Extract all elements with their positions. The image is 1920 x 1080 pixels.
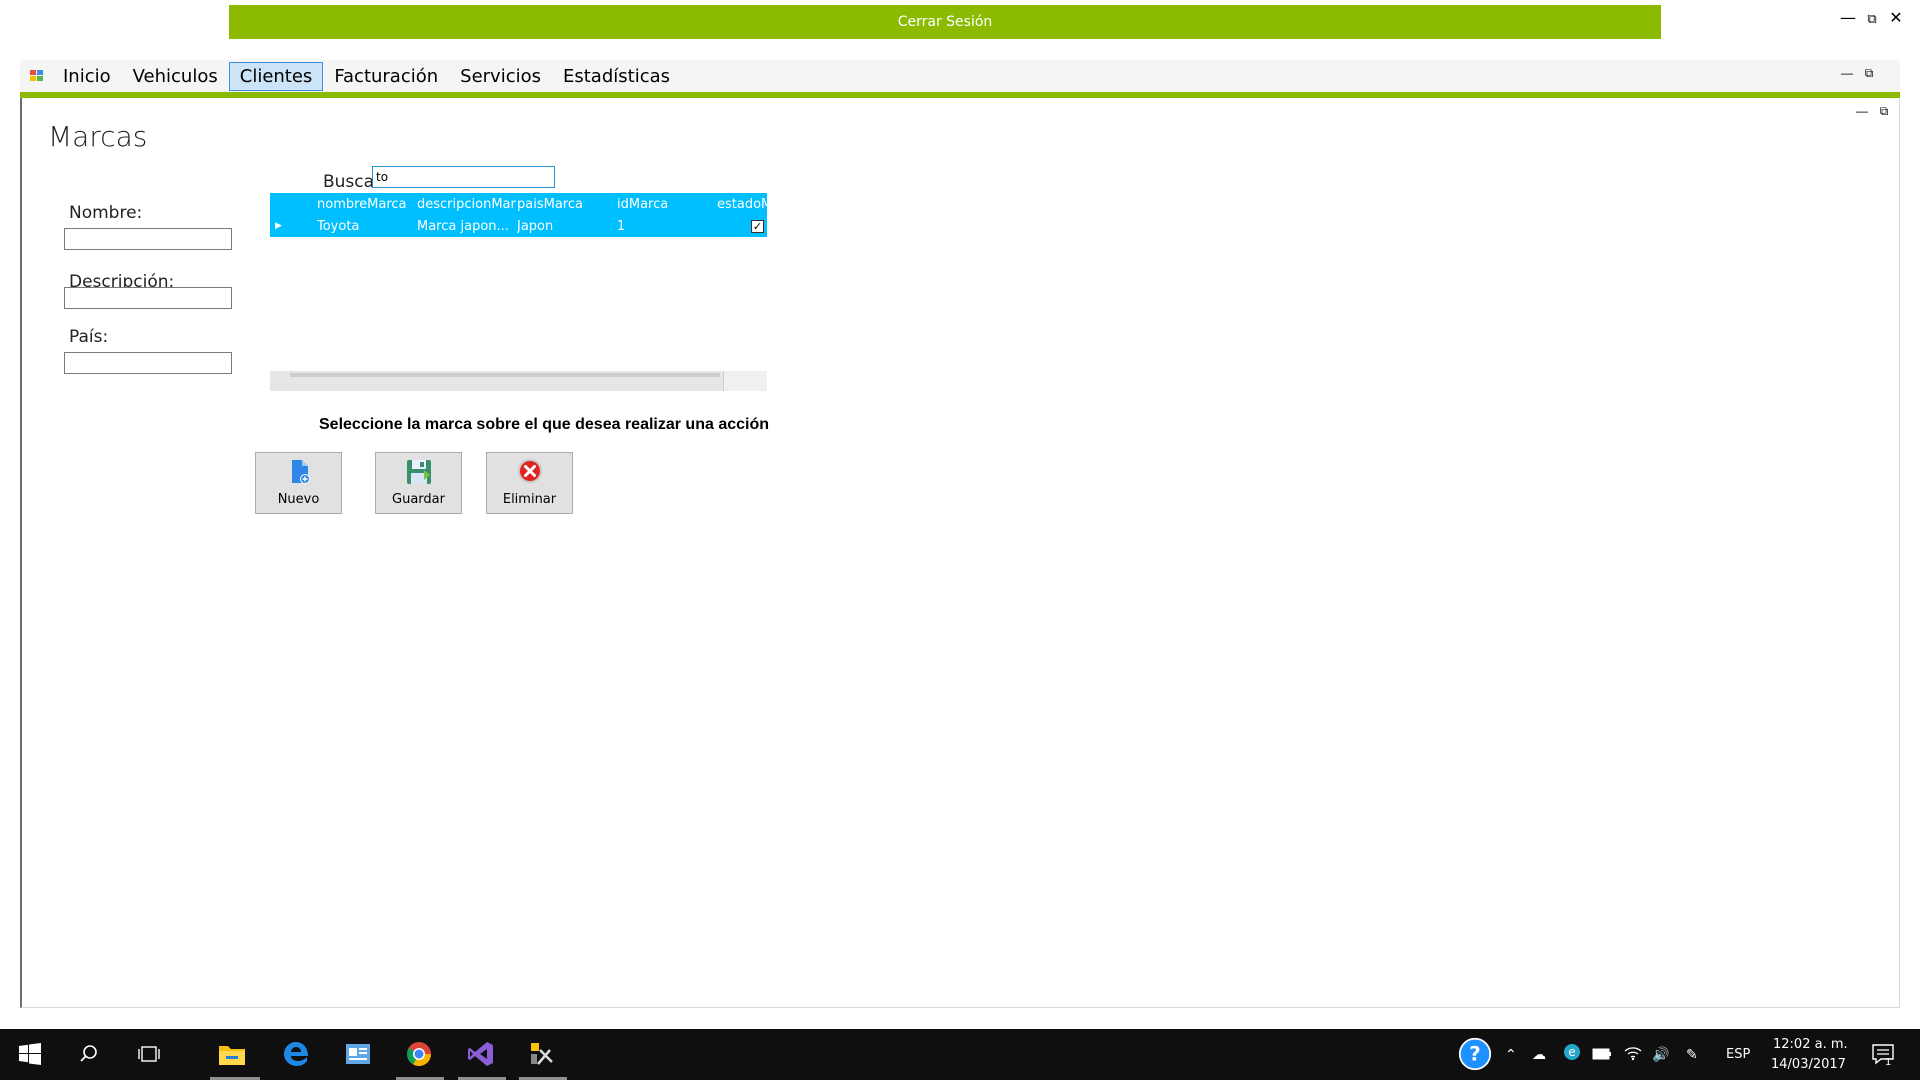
scrollbar-corner <box>723 371 767 391</box>
row-selector-icon[interactable]: ▶ <box>270 221 317 231</box>
horizontal-scrollbar[interactable] <box>270 371 767 391</box>
clock-time[interactable]: 12:02 a. m. <box>1773 1037 1848 1052</box>
notifications-count: 1 <box>1885 1057 1892 1068</box>
instruction-text: Seleccione la marca sobre el que desea r… <box>319 416 769 433</box>
nombre-label: Nombre: <box>69 203 143 223</box>
cell-descripcion[interactable]: Marca japon... <box>417 219 517 234</box>
menu-strip: Inicio Vehiculos Clientes Facturación Se… <box>20 60 1900 92</box>
e-app-icon[interactable]: e <box>1563 1043 1581 1065</box>
save-icon <box>406 460 431 484</box>
task-view-icon[interactable] <box>132 1037 166 1071</box>
taskbar: ? ⌃ ☁ e 🔊 ✎ ESP 12:02 a. m. 14/03/2017 1 <box>0 1029 1920 1080</box>
cell-estado[interactable]: ✓ <box>717 219 767 233</box>
volume-icon[interactable]: 🔊 <box>1652 1047 1669 1063</box>
menu-item-inicio[interactable]: Inicio <box>52 62 122 91</box>
pais-label: País: <box>69 327 109 347</box>
column-header-id[interactable]: idMarca <box>617 197 717 212</box>
window-controls: — ⧉ ✕ <box>1836 8 1908 27</box>
wifi-icon[interactable] <box>1624 1045 1642 1065</box>
menu-item-estadisticas[interactable]: Estadísticas <box>552 62 681 91</box>
edge-icon[interactable] <box>279 1037 313 1071</box>
descripcion-field[interactable] <box>64 287 232 309</box>
mdi-restore-icon[interactable]: ⧉ <box>1858 66 1880 81</box>
mdi-minimize-icon[interactable]: — <box>1836 66 1858 80</box>
nombre-field[interactable] <box>64 228 232 250</box>
nuevo-button[interactable]: Nuevo <box>255 452 342 514</box>
cell-nombre[interactable]: Toyota <box>317 219 417 234</box>
delete-icon <box>517 459 542 483</box>
column-header-pais[interactable]: paisMarca <box>517 197 617 212</box>
child-controls: — ⧉ <box>1851 104 1895 119</box>
cell-id[interactable]: 1 <box>617 219 717 234</box>
eliminar-label: Eliminar <box>502 492 557 507</box>
menu-item-servicios[interactable]: Servicios <box>449 62 552 91</box>
battery-icon[interactable] <box>1592 1048 1612 1064</box>
new-file-icon <box>291 460 310 484</box>
restore-icon[interactable]: ⧉ <box>1860 12 1884 27</box>
app-form-icon <box>30 70 44 82</box>
child-restore-icon[interactable]: ⧉ <box>1873 104 1895 119</box>
help-icon[interactable]: ? <box>1458 1037 1492 1071</box>
search-icon[interactable] <box>72 1037 106 1071</box>
menu-item-vehiculos[interactable]: Vehiculos <box>122 62 229 91</box>
svg-text:?: ? <box>1469 1042 1480 1065</box>
mdi-controls: — ⧉ <box>1836 66 1880 81</box>
menu-item-clientes[interactable]: Clientes <box>228 61 324 91</box>
start-icon[interactable] <box>13 1037 47 1071</box>
column-header-descripcion[interactable]: descripcionMar <box>417 197 517 212</box>
chevron-up-icon[interactable]: ⌃ <box>1505 1047 1517 1063</box>
svg-text:e: e <box>1568 1045 1575 1059</box>
language-indicator[interactable]: ESP <box>1726 1047 1750 1062</box>
close-icon[interactable]: ✕ <box>1884 8 1908 27</box>
grid-header: nombreMarca descripcionMar paisMarca idM… <box>270 193 767 215</box>
clock-date[interactable]: 14/03/2017 <box>1771 1057 1846 1072</box>
column-header-estado[interactable]: estadoM <box>717 197 767 212</box>
table-row[interactable]: ▶ Toyota Marca japon... Japon 1 ✓ <box>270 215 767 237</box>
scrollbar-thumb[interactable] <box>290 373 720 377</box>
notifications-icon[interactable] <box>1866 1037 1900 1071</box>
search-input[interactable] <box>372 166 555 188</box>
visual-studio-icon[interactable] <box>464 1037 498 1071</box>
child-minimize-icon[interactable]: — <box>1851 104 1873 118</box>
marcas-grid[interactable]: nombreMarca descripcionMar paisMarca idM… <box>270 193 767 391</box>
estado-checkbox[interactable]: ✓ <box>751 219 764 233</box>
guardar-button[interactable]: Guardar <box>375 452 462 514</box>
column-header-nombre[interactable]: nombreMarca <box>317 197 417 212</box>
menu-item-facturacion[interactable]: Facturación <box>323 62 449 91</box>
guardar-label: Guardar <box>392 492 445 507</box>
outlook-icon[interactable] <box>341 1037 375 1071</box>
tools-icon[interactable] <box>525 1037 559 1071</box>
cloud-icon[interactable]: ☁ <box>1532 1047 1546 1063</box>
eliminar-button[interactable]: Eliminar <box>486 452 573 514</box>
chrome-icon[interactable] <box>402 1037 436 1071</box>
nuevo-label: Nuevo <box>277 492 320 507</box>
minimize-icon[interactable]: — <box>1836 8 1860 27</box>
pen-icon[interactable]: ✎ <box>1686 1047 1698 1063</box>
page-title: Marcas <box>48 120 148 153</box>
file-explorer-icon[interactable] <box>215 1037 249 1071</box>
logout-button[interactable]: Cerrar Sesión <box>229 5 1661 39</box>
pais-field[interactable] <box>64 352 232 374</box>
cell-pais[interactable]: Japon <box>517 219 617 234</box>
